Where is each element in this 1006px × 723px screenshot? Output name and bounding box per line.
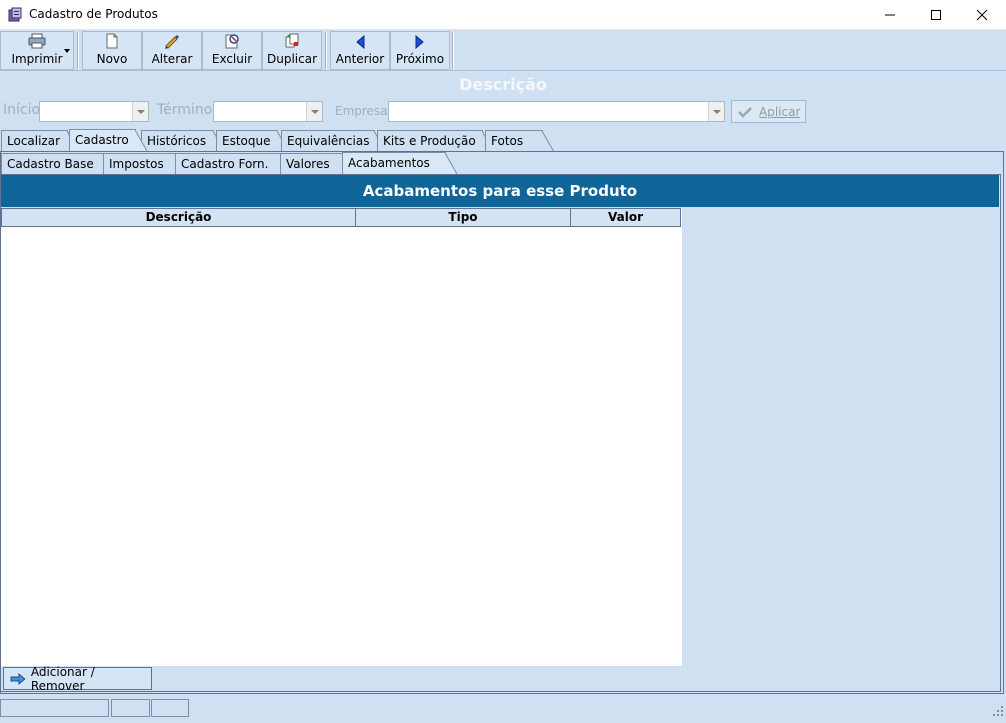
tab-edge (542, 131, 554, 152)
print-label: Imprimir (11, 52, 63, 66)
tab-label: Cadastro Base (7, 157, 94, 171)
tab-label: Equivalências (287, 134, 370, 148)
chevron-down-icon[interactable] (64, 49, 70, 53)
status-bar (0, 697, 1006, 723)
close-icon (976, 9, 988, 21)
maximize-button[interactable] (913, 0, 959, 30)
delete-button[interactable]: Excluir (202, 31, 262, 70)
tab-cadastro-base[interactable]: Cadastro Base (1, 153, 120, 175)
tab-acabamentos[interactable]: Acabamentos (342, 152, 457, 174)
tab-localizar[interactable]: Localizar (1, 130, 79, 152)
new-label: Novo (96, 52, 128, 66)
toolbar-separator (325, 32, 327, 70)
description-header: Descrição (459, 75, 547, 94)
maximize-icon (931, 10, 941, 20)
column-header-tipo[interactable]: Tipo (355, 208, 571, 227)
company-label: Empresa (335, 104, 388, 118)
edit-button[interactable]: Alterar (142, 31, 202, 70)
tab-fotos[interactable]: Fotos (485, 130, 554, 152)
edit-label: Alterar (151, 52, 193, 66)
acabamentos-grid[interactable]: Descrição Tipo Valor (1, 208, 682, 666)
delete-document-icon (225, 34, 239, 49)
tab-impostos[interactable]: Impostos (103, 153, 190, 175)
toolbar-separator (452, 32, 454, 70)
minimize-icon (885, 14, 895, 16)
tab-valores[interactable]: Valores (280, 153, 359, 175)
toolbar: Imprimir Novo Alterar Excluir Duplicar A… (0, 30, 1006, 71)
add-remove-label: Adicionar / Remover (30, 664, 95, 693)
tab-estoque[interactable]: Estoque (216, 130, 289, 152)
chevron-down-icon[interactable] (132, 102, 148, 121)
apply-button[interactable]: Aplicar (731, 100, 806, 123)
chevron-down-icon[interactable] (306, 102, 322, 121)
start-label: Início (3, 102, 41, 118)
previous-label: Anterior (335, 52, 385, 66)
add-remove-button[interactable]: Adicionar / Remover (3, 664, 152, 693)
title-bar: Cadastro de Produtos (0, 0, 1006, 30)
pencil-icon (165, 35, 179, 49)
end-label: Término (157, 102, 213, 118)
start-date-select[interactable] (39, 101, 149, 122)
arrow-right-icon (415, 35, 424, 49)
column-header-descricao[interactable]: Descrição (1, 208, 356, 227)
tab-label: Históricos (147, 134, 207, 148)
chevron-down-icon[interactable] (708, 102, 724, 121)
delete-label: Excluir (211, 52, 253, 66)
tab-cadastro[interactable]: Cadastro (69, 129, 147, 151)
check-icon (738, 106, 752, 118)
tab-label: Cadastro (75, 133, 129, 147)
duplicate-icon (285, 33, 299, 48)
end-date-select[interactable] (213, 101, 323, 122)
column-header-valor[interactable]: Valor (570, 208, 681, 227)
apply-label: Aplicar (759, 104, 801, 119)
next-label: Próximo (395, 52, 445, 66)
close-button[interactable] (959, 0, 1005, 30)
minimize-button[interactable] (867, 0, 913, 30)
status-panel (0, 699, 109, 717)
tab-label: Localizar (7, 134, 61, 148)
resize-grip-icon[interactable] (993, 706, 1003, 716)
tab-equivalencias[interactable]: Equivalências (281, 130, 386, 152)
tab-edge (135, 130, 147, 151)
app-icon (8, 7, 22, 22)
status-panel (151, 699, 189, 717)
section-title: Acabamentos para esse Produto (1, 175, 999, 207)
status-panel (111, 699, 150, 717)
tab-label: Fotos (491, 134, 524, 148)
tab-edge (445, 153, 457, 174)
print-button[interactable]: Imprimir (0, 31, 74, 70)
tab-label: Impostos (109, 157, 164, 171)
tab-historicos[interactable]: Históricos (141, 130, 225, 152)
tab-cadastro-forn[interactable]: Cadastro Forn. (175, 153, 298, 175)
arrow-right-icon (10, 672, 26, 685)
new-button[interactable]: Novo (82, 31, 142, 70)
duplicate-label: Duplicar (266, 52, 317, 66)
tab-label: Acabamentos (348, 156, 430, 170)
tab-label: Kits e Produção (383, 134, 476, 148)
arrow-left-icon (356, 35, 365, 49)
tab-kits-producao[interactable]: Kits e Produção (377, 130, 494, 152)
toolbar-separator (77, 32, 79, 70)
next-button[interactable]: Próximo (390, 31, 450, 70)
company-select[interactable] (388, 101, 725, 122)
duplicate-button[interactable]: Duplicar (262, 31, 322, 70)
new-document-icon (106, 33, 118, 49)
tab-label: Cadastro Forn. (181, 157, 269, 171)
tab-label: Estoque (222, 134, 271, 148)
tab-label: Valores (286, 157, 330, 171)
window-title: Cadastro de Produtos (29, 7, 158, 21)
previous-button[interactable]: Anterior (330, 31, 390, 70)
printer-icon (28, 33, 46, 49)
